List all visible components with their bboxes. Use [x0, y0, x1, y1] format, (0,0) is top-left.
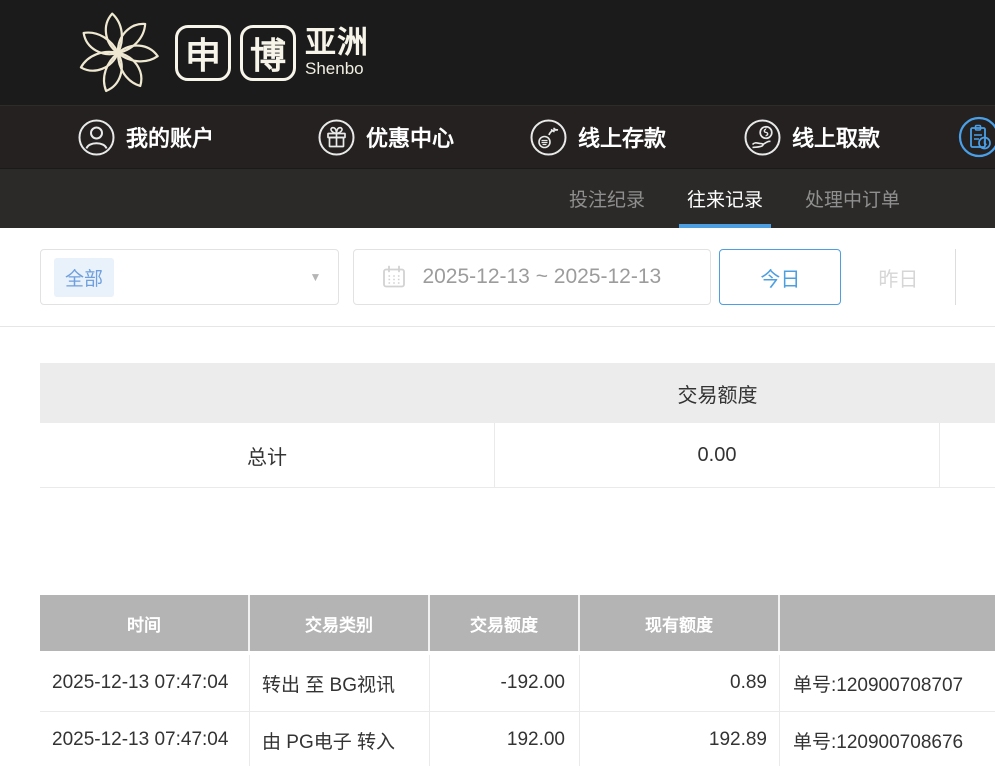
nav-item-online-deposit[interactable]: 线上存款	[530, 119, 666, 156]
summary-total-value: 0.00	[495, 423, 940, 487]
nav-label: 我的账户	[126, 121, 214, 153]
top-header: 申 博 亚洲 Shenbo	[0, 0, 995, 105]
active-tab-underline	[679, 224, 771, 228]
col-header-balance: 现有额度	[580, 595, 780, 651]
cell-type: 转出 至 BG视讯	[250, 655, 430, 711]
brand-name-en: Shenbo	[305, 60, 369, 78]
next-quick-filter-partial[interactable]	[955, 249, 995, 305]
table-row: 2025-12-13 07:47:04 转出 至 BG视讯 -192.00 0.…	[40, 655, 995, 712]
records-table-header: 时间 交易类别 交易额度 现有额度	[40, 595, 995, 651]
summary-total-label: 总计	[40, 423, 495, 487]
cell-amount: -192.00	[430, 655, 580, 711]
yesterday-button[interactable]: 昨日	[841, 249, 955, 305]
date-range-value: 2025-12-13 ~ 2025-12-13	[422, 265, 661, 289]
record-tabbar: 投注纪录 往来记录 处理中订单	[0, 168, 995, 228]
brand-char-shen: 申	[175, 25, 231, 81]
flower-logo-icon	[70, 5, 166, 101]
nav-item-promotions[interactable]: 优惠中心	[318, 119, 454, 156]
cell-remark: 单号:120900708676	[780, 712, 995, 766]
type-select[interactable]: 全部 ▼	[40, 249, 339, 305]
col-header-amount: 交易额度	[430, 595, 580, 651]
cell-time: 2025-12-13 07:47:04	[40, 712, 250, 766]
summary-total-row: 总计 0.00	[40, 423, 995, 488]
tab-processing-orders[interactable]: 处理中订单	[805, 169, 900, 228]
tab-label: 处理中订单	[805, 185, 900, 212]
cell-balance: 0.89	[580, 655, 780, 711]
withdraw-icon	[744, 119, 781, 156]
date-range-picker[interactable]: 2025-12-13 ~ 2025-12-13	[353, 249, 711, 305]
summary-table-header: 交易额度	[40, 363, 995, 423]
brand-region: 亚洲	[305, 27, 369, 60]
table-row: 2025-12-13 07:47:04 由 PG电子 转入 192.00 192…	[40, 712, 995, 766]
main-nav: 我的账户 优惠中心 线上存款	[0, 105, 995, 168]
tab-label: 投注纪录	[569, 185, 645, 212]
calendar-icon	[381, 264, 407, 290]
cell-time: 2025-12-13 07:47:04	[40, 655, 250, 711]
user-icon	[78, 119, 115, 156]
summary-header-amount: 交易额度	[495, 379, 940, 408]
summary-cell-cut	[940, 423, 995, 487]
filter-bar: 全部 ▼ 2025-12-13 ~ 2025-12-13 今日 昨日	[0, 228, 995, 327]
summary-table: 交易额度 总计 0.00	[40, 363, 995, 488]
brand-wordmark: 亚洲 Shenbo	[305, 27, 369, 77]
tab-betting-records[interactable]: 投注纪录	[569, 169, 645, 228]
deposit-icon	[530, 119, 567, 156]
brand-logo[interactable]: 申 博 亚洲 Shenbo	[70, 5, 369, 101]
nav-item-online-withdrawal[interactable]: 线上取款	[744, 119, 880, 156]
type-selected-chip[interactable]: 全部	[54, 258, 114, 297]
today-button-label: 今日	[760, 263, 800, 292]
cell-remark: 单号:120900708707	[780, 655, 995, 711]
tab-transaction-records[interactable]: 往来记录	[687, 169, 763, 228]
records-table: 时间 交易类别 交易额度 现有额度 2025-12-13 07:47:04 转出…	[40, 595, 995, 766]
yesterday-button-label: 昨日	[878, 263, 918, 292]
cell-amount: 192.00	[430, 712, 580, 766]
transaction-records-icon[interactable]	[957, 115, 995, 159]
nav-label: 线上取款	[792, 121, 880, 153]
today-button[interactable]: 今日	[719, 249, 841, 305]
gift-icon	[318, 119, 355, 156]
tab-label: 往来记录	[687, 185, 763, 212]
col-header-type: 交易类别	[250, 595, 430, 651]
col-header-remark	[780, 595, 995, 651]
nav-item-my-account[interactable]: 我的账户	[78, 119, 214, 156]
brand-char-bo: 博	[240, 25, 296, 81]
nav-label: 线上存款	[578, 121, 666, 153]
nav-label: 优惠中心	[366, 121, 454, 153]
cell-type: 由 PG电子 转入	[250, 712, 430, 766]
cell-balance: 192.89	[580, 712, 780, 766]
page: 申 博 亚洲 Shenbo 我的账户	[0, 0, 995, 766]
chevron-down-icon: ▼	[310, 270, 322, 284]
col-header-time: 时间	[40, 595, 250, 651]
